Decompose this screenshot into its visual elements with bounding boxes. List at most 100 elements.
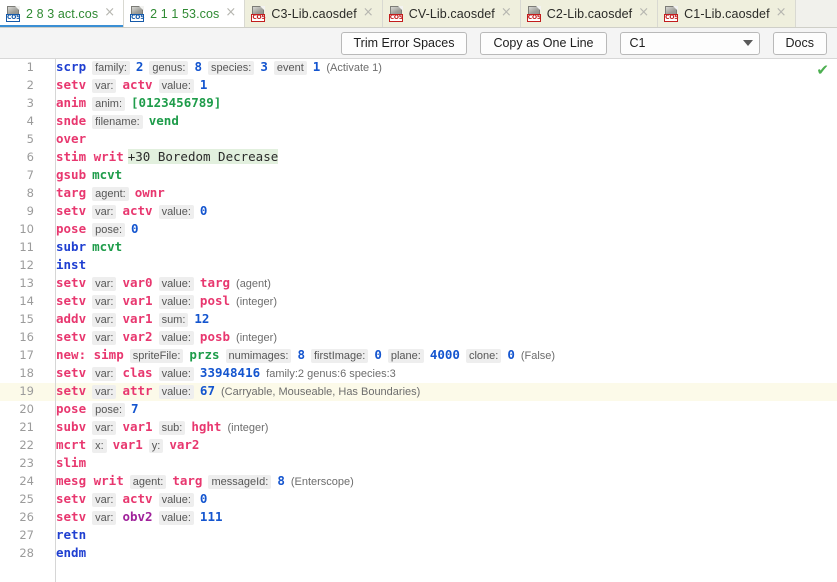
token-lbl: event [273, 61, 307, 75]
code-line[interactable]: 9 setv var: actv value: 0 [0, 203, 837, 221]
token-cmd: setv [56, 383, 87, 398]
code-line[interactable]: 18 setv var: clas value: 33948416 family:2 gen… [0, 365, 837, 383]
token-var: posl [199, 293, 231, 308]
code-lines: 1 scrp family: 2 genus: 8 species: 3 event 1 (Acti… [0, 59, 837, 563]
line-number: 14 [19, 294, 34, 308]
code-line[interactable]: 6 stim writ +30 Boredom Decrease [0, 149, 837, 167]
close-icon[interactable]: × [362, 6, 375, 21]
code-line[interactable]: 19 setv var: attr value: 67 (Carryable, Mousea… [0, 383, 837, 401]
line-content: retn [44, 527, 86, 542]
code-line[interactable]: 15 addv var: var1 sum: 12 [0, 311, 837, 329]
token-note: (Activate 1) [326, 62, 382, 74]
line-number: 17 [19, 348, 34, 362]
token-num: 3 [260, 59, 268, 74]
code-line[interactable]: 23 slim [0, 455, 837, 473]
line-number: 22 [19, 438, 34, 452]
token-lbl: var: [92, 313, 117, 327]
tab-c3-lib-caosdef[interactable]: COS C3-Lib.caosdef × [245, 0, 383, 27]
line-content: inst [44, 257, 86, 272]
code-line[interactable]: 5 over [0, 131, 837, 149]
token-var2: obv2 [122, 509, 153, 524]
code-line[interactable]: 13 setv var: var0 value: targ (agent) [0, 275, 837, 293]
line-content: snde filename: vend [44, 113, 179, 129]
line-number: 24 [19, 474, 34, 488]
docs-button[interactable]: Docs [772, 31, 827, 55]
token-lbl: var: [92, 331, 117, 345]
code-line[interactable]: 2 setv var: actv value: 1 [0, 77, 837, 95]
line-number: 4 [26, 114, 34, 128]
code-line[interactable]: 11 subr mcvt [0, 239, 837, 257]
variant-select[interactable]: C1 [619, 31, 760, 55]
code-line[interactable]: 4 snde filename: vend [0, 113, 837, 131]
validation-ok-icon: ✔ [816, 61, 829, 79]
trim-error-spaces-button[interactable]: Trim Error Spaces [340, 31, 468, 55]
code-line[interactable]: 27 retn [0, 527, 837, 545]
close-icon[interactable]: × [103, 6, 116, 21]
code-line[interactable]: 3 anim anim: [0123456789] [0, 95, 837, 113]
token-num: 8 [297, 347, 305, 362]
line-content: subv var: var1 sub: hght (integer) [44, 419, 268, 435]
code-line[interactable]: 21 subv var: var1 sub: hght (integer) [0, 419, 837, 437]
token-lbl: value: [158, 295, 194, 309]
cos-file-icon: COS [251, 5, 266, 22]
code-line[interactable]: 26 setv var: obv2 value: 111 [0, 509, 837, 527]
code-line[interactable]: 8 targ agent: ownr [0, 185, 837, 203]
code-line[interactable]: 22 mcrt x: var1 y: var2 [0, 437, 837, 455]
line-number: 7 [26, 168, 34, 182]
code-editor[interactable]: ✔ 1 scrp family: 2 genus: 8 species: 3 event 1 (Ac… [0, 59, 837, 582]
variant-select-value: C1 [629, 36, 646, 50]
code-line[interactable]: 10 pose pose: 0 [0, 221, 837, 239]
tab-cv-lib-caosdef[interactable]: COS CV-Lib.caosdef × [382, 0, 521, 27]
token-lbl: spriteFile: [129, 349, 184, 363]
token-lbl: messageId: [208, 475, 272, 489]
close-icon[interactable]: × [224, 6, 237, 21]
cos-file-icon: COS [130, 5, 145, 22]
copy-as-one-line-button[interactable]: Copy as One Line [480, 31, 607, 55]
token-note: (False) [520, 350, 556, 362]
code-line[interactable]: 24 mesg writ agent: targ messageId: 8 (Entersc… [0, 473, 837, 491]
tab-2-1-1-53-cos[interactable]: COS 2 1 1 53.cos × [124, 0, 246, 27]
tab-c2-lib-caosdef[interactable]: COS C2-Lib.caosdef × [520, 0, 659, 27]
token-lbl: value: [158, 205, 194, 219]
code-line[interactable]: 1 scrp family: 2 genus: 8 species: 3 event 1 (Acti… [0, 59, 837, 77]
code-line[interactable]: 20 pose pose: 7 [0, 401, 837, 419]
token-cmd: new: simp [56, 347, 124, 362]
token-var: var1 [122, 419, 153, 434]
code-line[interactable]: 7 gsub mcvt [0, 167, 837, 185]
token-cmd: setv [56, 509, 87, 524]
token-str: przs [189, 347, 220, 362]
code-line[interactable]: 12 inst [0, 257, 837, 275]
line-number: 13 [19, 276, 34, 290]
tab-label: CV-Lib.caosdef [408, 6, 495, 21]
token-lbl: x: [92, 439, 107, 453]
close-icon[interactable]: × [637, 6, 650, 21]
code-line[interactable]: 17 new: simp spriteFile: przs numimages: 8 fir… [0, 347, 837, 365]
toolbar: Trim Error Spaces Copy as One Line C1 Do… [0, 28, 837, 59]
token-num: 8 [277, 473, 285, 488]
line-number: 8 [26, 186, 34, 200]
close-icon[interactable]: × [500, 6, 513, 21]
code-line[interactable]: 14 setv var: var1 value: posl (integer) [0, 293, 837, 311]
code-line[interactable]: 28 endm [0, 545, 837, 563]
token-var: attr [122, 383, 153, 398]
code-line[interactable]: 16 setv var: var2 value: posb (integer) [0, 329, 837, 347]
close-icon[interactable]: × [775, 6, 788, 21]
cos-file-icon: COS [526, 5, 542, 22]
line-content: setv var: actv value: 0 [44, 491, 208, 507]
tab-2-8-3-act-cos[interactable]: COS 2 8 3 act.cos × [0, 0, 125, 27]
code-line[interactable]: 25 setv var: actv value: 0 [0, 491, 837, 509]
token-lbl: var: [92, 493, 117, 507]
token-cmd: setv [56, 329, 87, 344]
token-var: targ [172, 473, 203, 488]
token-flow: subr [56, 239, 87, 254]
line-number: 11 [19, 240, 34, 254]
tab-c1-lib-caosdef[interactable]: COS C1-Lib.caosdef × [658, 0, 796, 27]
token-lbl: anim: [92, 97, 126, 111]
token-num: 0 [199, 491, 208, 506]
token-lbl: var: [92, 385, 117, 399]
line-number: 19 [19, 384, 34, 398]
token-var: var1 [112, 437, 143, 452]
tab-label: C1-Lib.caosdef [684, 6, 770, 21]
token-var: var1 [122, 311, 153, 326]
token-var: var2 [122, 329, 153, 344]
